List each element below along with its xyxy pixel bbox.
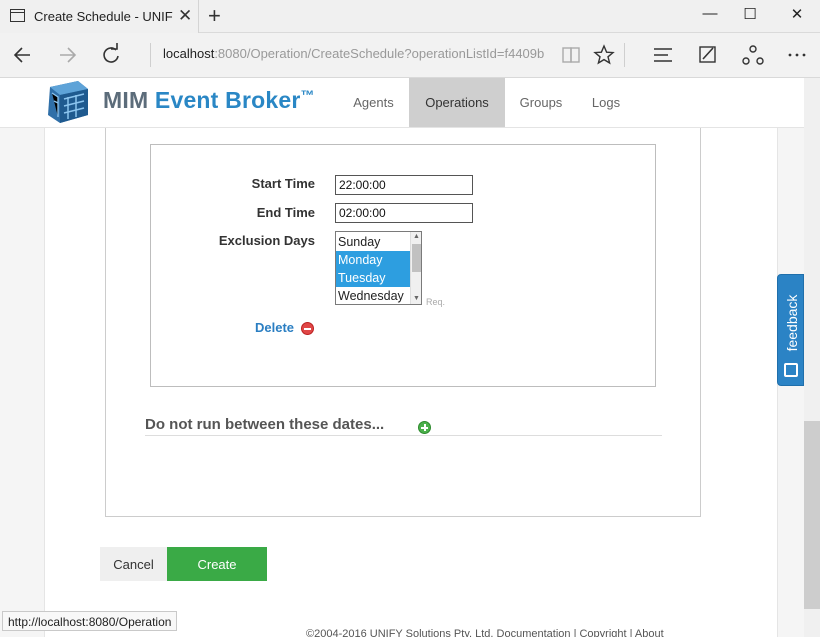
- feedback-label: feedback: [784, 294, 800, 352]
- address-bar: localhost:8080/Operation/CreateSchedule?…: [0, 33, 820, 78]
- day-option-wednesday[interactable]: Wednesday: [336, 287, 410, 304]
- share-icon[interactable]: [738, 42, 768, 68]
- close-window-icon[interactable]: ✕: [782, 5, 812, 23]
- end-time-input[interactable]: [335, 203, 473, 223]
- remove-circle-icon[interactable]: [301, 322, 314, 335]
- divider: [145, 435, 662, 436]
- mim-logo-icon: [48, 81, 88, 123]
- add-circle-icon[interactable]: [418, 421, 431, 434]
- listbox-scrollbar[interactable]: ▲ ▼: [410, 232, 421, 304]
- brand-title[interactable]: MIM Event Broker™: [103, 87, 315, 114]
- page-icon: [10, 9, 25, 22]
- exclusion-days-listbox[interactable]: Sunday Monday Tuesday Wednesday ▲ ▼: [335, 231, 422, 305]
- day-option-sunday[interactable]: Sunday: [336, 233, 410, 251]
- tab-title: Create Schedule - UNIF: [34, 9, 173, 24]
- start-time-label: Start Time: [251, 176, 315, 191]
- reading-view-icon[interactable]: [557, 42, 587, 68]
- day-option-monday[interactable]: Monday: [336, 251, 410, 269]
- page-scroll-thumb[interactable]: [804, 421, 820, 609]
- hub-icon[interactable]: [648, 42, 678, 68]
- page-footer: ©2004-2016 UNIFY Solutions Pty. Ltd. Doc…: [306, 628, 664, 637]
- required-hint: Req.: [426, 297, 446, 307]
- feedback-icon: [784, 363, 798, 377]
- nav-groups[interactable]: Groups: [505, 78, 577, 127]
- nav-logs[interactable]: Logs: [577, 78, 635, 127]
- feedback-tab[interactable]: feedback: [777, 274, 804, 386]
- end-time-label: End Time: [256, 205, 315, 220]
- exclusion-days-label: Exclusion Days: [218, 233, 315, 248]
- refresh-icon[interactable]: [96, 42, 126, 68]
- forward-icon[interactable]: [52, 42, 82, 68]
- browser-tab-bar: Create Schedule - UNIF ✕ + — ☐ ✕: [0, 0, 820, 33]
- scroll-up-icon[interactable]: ▲: [411, 232, 421, 242]
- browser-tab[interactable]: Create Schedule - UNIF ✕: [0, 0, 199, 33]
- status-url: http://localhost:8080/Operation: [2, 611, 178, 631]
- delete-schedule-link[interactable]: Delete: [255, 320, 294, 335]
- nav-agents[interactable]: Agents: [340, 78, 407, 127]
- start-time-input[interactable]: [335, 175, 473, 195]
- new-tab-icon[interactable]: +: [208, 3, 221, 29]
- listbox-scroll-thumb[interactable]: [412, 244, 421, 272]
- cancel-button[interactable]: Cancel: [100, 547, 167, 581]
- create-button[interactable]: Create: [167, 547, 267, 581]
- back-icon[interactable]: [8, 42, 38, 68]
- day-option-tuesday[interactable]: Tuesday: [336, 269, 410, 287]
- more-icon[interactable]: [782, 42, 812, 68]
- web-note-icon[interactable]: [693, 42, 723, 68]
- scroll-down-icon[interactable]: ▼: [411, 294, 421, 304]
- close-tab-icon[interactable]: ✕: [178, 6, 192, 26]
- favorite-star-icon[interactable]: [589, 42, 619, 68]
- exclusion-dates-heading: Do not run between these dates...: [145, 416, 385, 433]
- url-field[interactable]: localhost:8080/Operation/CreateSchedule?…: [163, 46, 544, 61]
- maximize-icon[interactable]: ☐: [735, 5, 765, 23]
- nav-operations[interactable]: Operations: [409, 78, 505, 127]
- minimize-icon[interactable]: —: [695, 5, 725, 22]
